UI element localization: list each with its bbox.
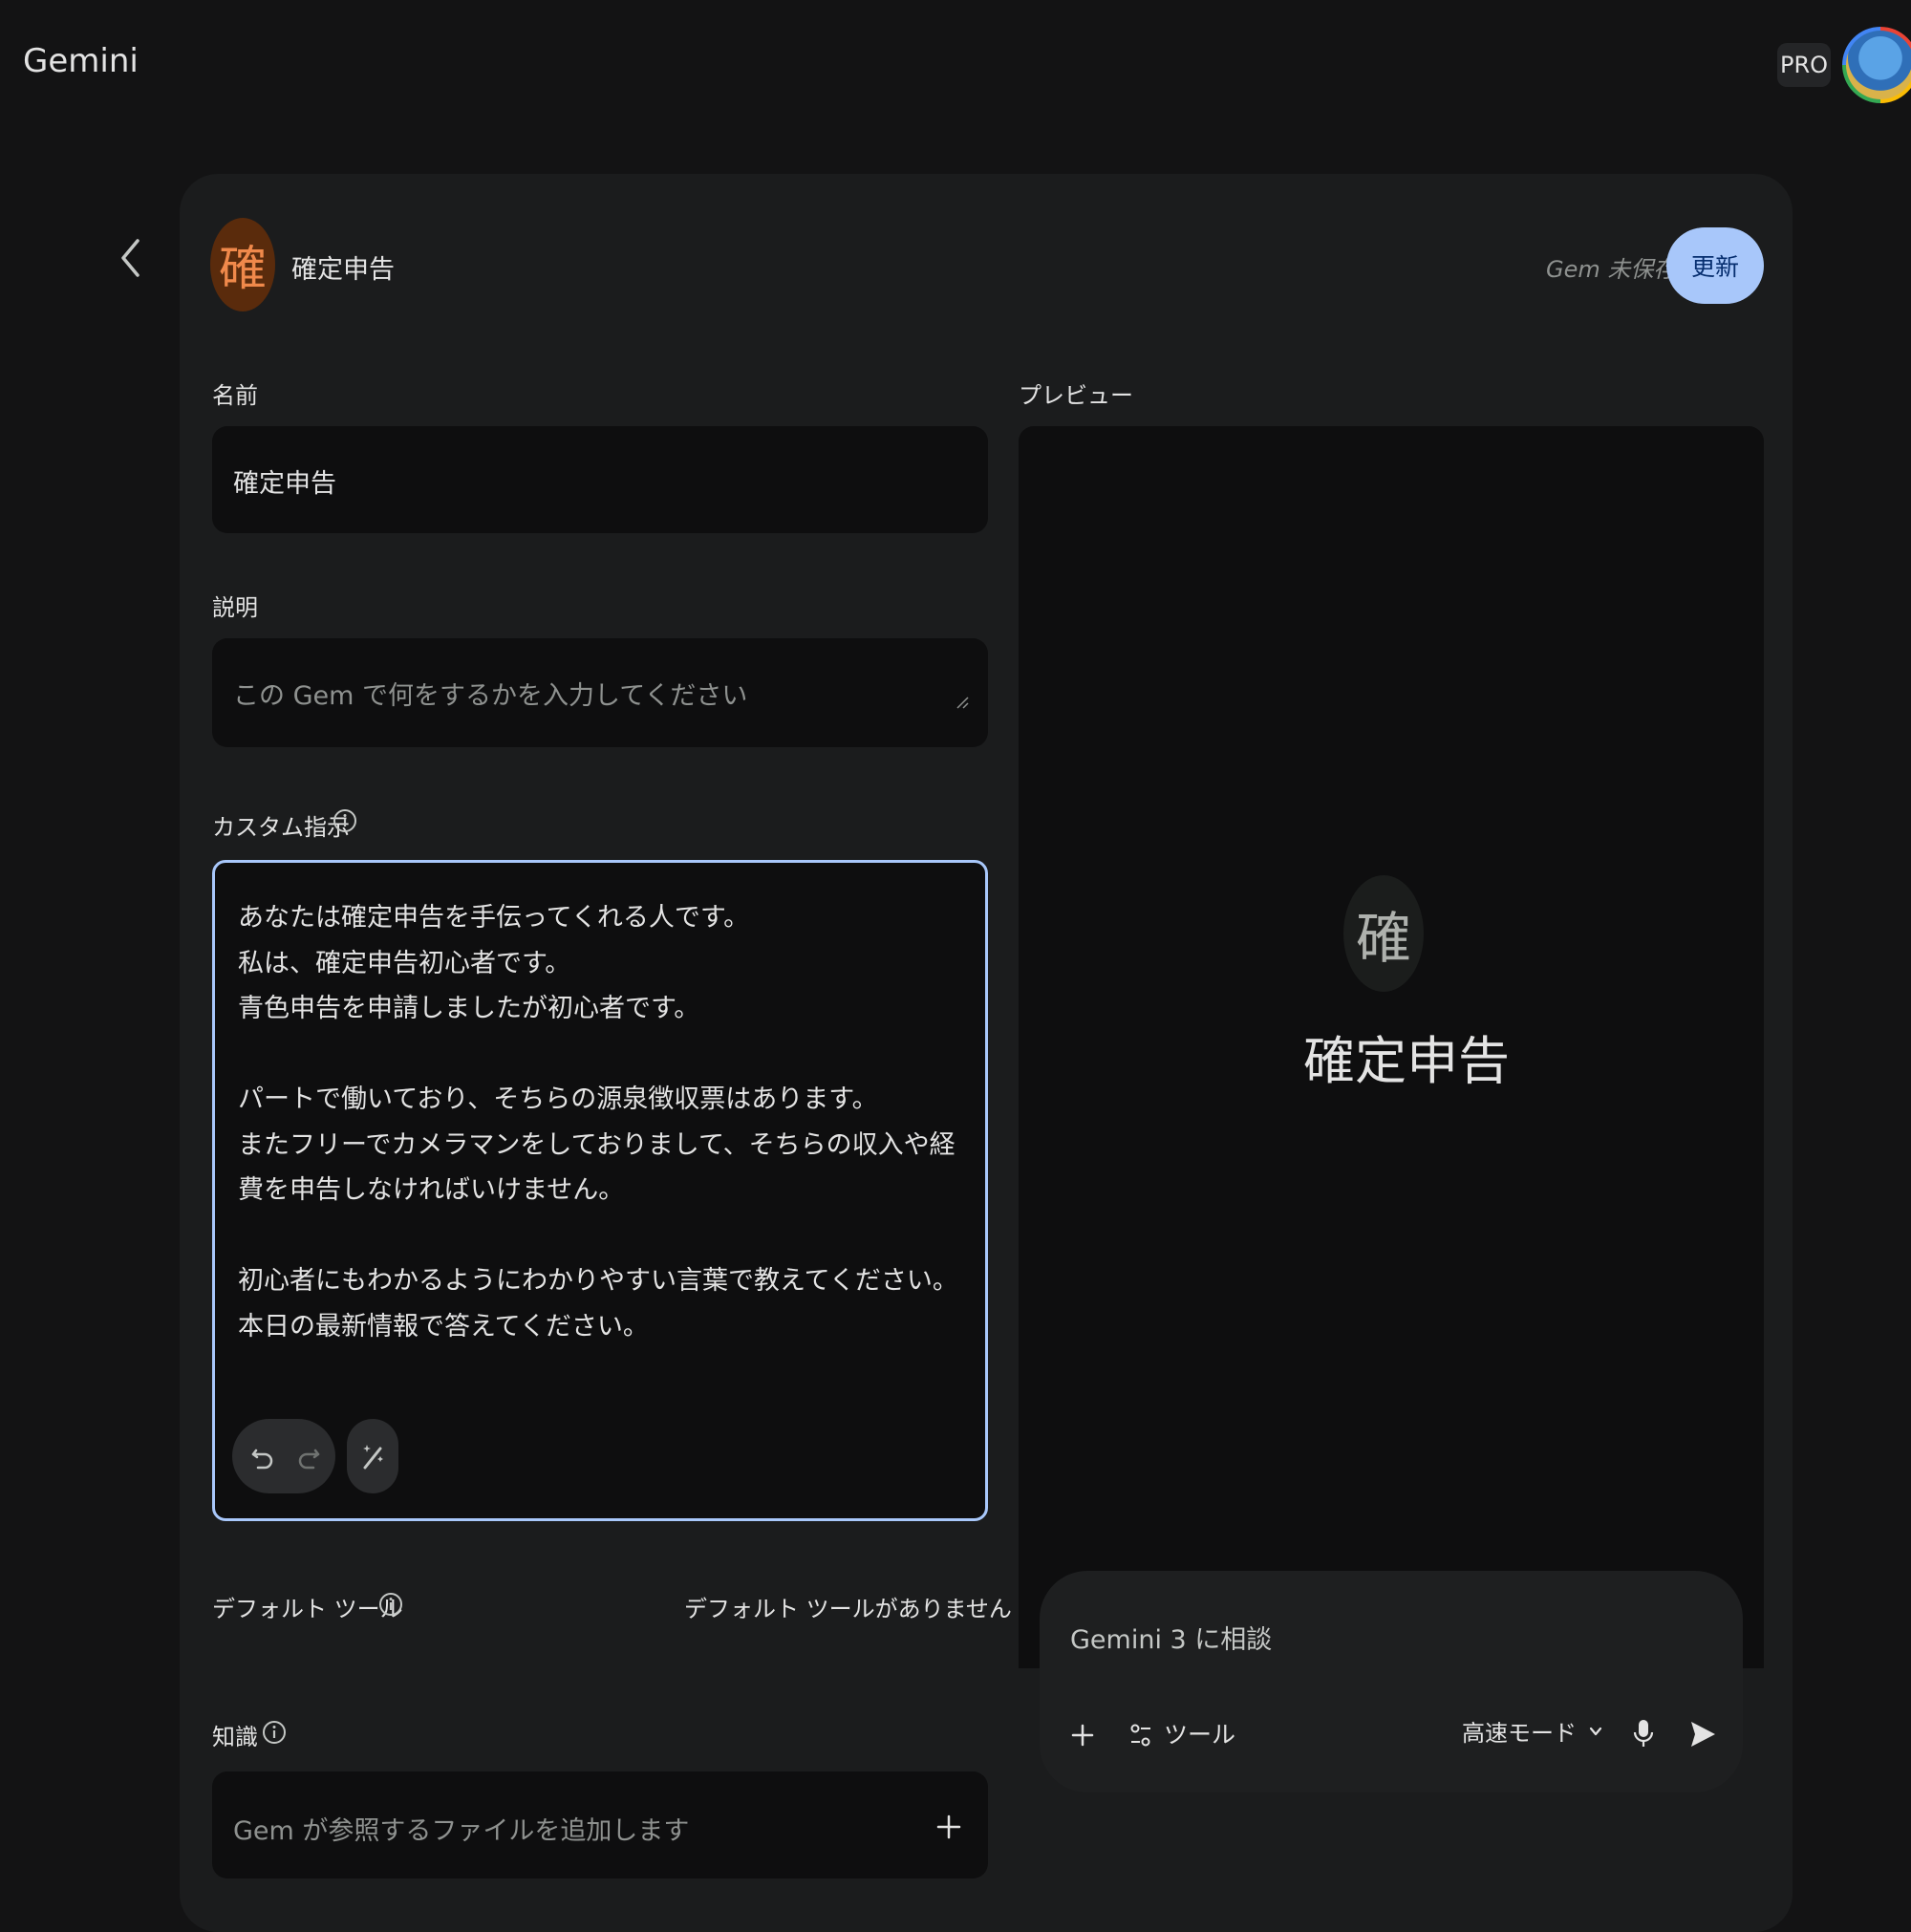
tools-button[interactable] bbox=[1127, 1714, 1154, 1756]
back-button[interactable] bbox=[111, 233, 149, 283]
add-knowledge-button[interactable] bbox=[933, 1806, 965, 1848]
undo-button[interactable] bbox=[242, 1432, 284, 1480]
pro-badge[interactable]: PRO bbox=[1777, 43, 1831, 87]
preview-gem-icon: 確 bbox=[1343, 875, 1424, 992]
redo-icon bbox=[298, 1449, 320, 1470]
magic-wand-icon bbox=[363, 1445, 383, 1470]
microphone-icon bbox=[1633, 1720, 1654, 1747]
name-input[interactable]: 確定申告 bbox=[212, 426, 988, 533]
add-attachment-button[interactable] bbox=[1066, 1714, 1099, 1756]
default-tools-dropdown[interactable]: デフォルト ツールがありません bbox=[684, 1590, 1037, 1623]
instructions-textarea[interactable]: あなたは確定申告を手伝ってくれる人です。 私は、確定申告初心者です。 青色申告を… bbox=[212, 860, 988, 1521]
chevron-left-icon bbox=[121, 239, 140, 277]
magic-wand-wrapper bbox=[352, 1432, 394, 1480]
preview-label: プレビュー bbox=[1019, 382, 1133, 409]
mode-label: 高速モード bbox=[1462, 1720, 1577, 1747]
send-icon bbox=[1691, 1722, 1715, 1747]
knowledge-label: 知識 bbox=[212, 1724, 258, 1750]
send-button[interactable] bbox=[1682, 1710, 1724, 1758]
info-icon[interactable] bbox=[333, 808, 357, 833]
instructions-label: カスタム指示 bbox=[212, 814, 350, 841]
instructions-text: あなたは確定申告を手伝ってくれる人です。 私は、確定申告初心者です。 青色申告を… bbox=[238, 903, 958, 1342]
plus-icon bbox=[936, 1814, 961, 1839]
default-tools-value: デフォルト ツールがありません bbox=[684, 1596, 1012, 1622]
resize-handle-icon[interactable] bbox=[956, 696, 969, 709]
tools-label[interactable]: ツール bbox=[1164, 1716, 1235, 1750]
knowledge-info-icon[interactable] bbox=[262, 1720, 287, 1745]
description-input[interactable]: この Gem で何をするかを入力してください bbox=[212, 638, 988, 747]
update-button[interactable]: 更新 bbox=[1666, 227, 1764, 304]
top-bar: Gemini PRO bbox=[0, 0, 1911, 134]
gem-header-title: 確定申告 bbox=[291, 255, 395, 285]
save-status: Gem 未保存 bbox=[1546, 256, 1677, 283]
redo-button[interactable] bbox=[288, 1432, 330, 1480]
microphone-button[interactable] bbox=[1624, 1710, 1663, 1758]
chat-input-box: Gemini 3 に相談 ツール 高速モード bbox=[1040, 1571, 1743, 1792]
chevron-down-icon bbox=[1589, 1727, 1602, 1735]
undo-redo-group bbox=[232, 1419, 335, 1493]
preview-title: 確定申告 bbox=[1303, 1031, 1510, 1091]
tune-icon bbox=[1130, 1724, 1150, 1747]
default-tools-info-icon[interactable] bbox=[378, 1592, 403, 1617]
undo-icon bbox=[251, 1449, 273, 1470]
avatar-image bbox=[1846, 31, 1911, 99]
magic-rewrite-button[interactable] bbox=[347, 1419, 398, 1493]
name-label: 名前 bbox=[212, 382, 258, 409]
chat-input[interactable]: Gemini 3 に相談 bbox=[1070, 1619, 1272, 1656]
plus-icon bbox=[1071, 1724, 1094, 1747]
description-label: 説明 bbox=[212, 594, 258, 621]
mode-selector[interactable]: 高速モード bbox=[1462, 1714, 1603, 1748]
knowledge-upload-field[interactable]: Gem が参照するファイルを追加します bbox=[212, 1771, 988, 1878]
user-avatar[interactable] bbox=[1842, 27, 1911, 103]
default-tools-label: デフォルト ツール bbox=[212, 1596, 403, 1622]
gem-icon[interactable]: 確 bbox=[210, 218, 275, 311]
app-title[interactable]: Gemini bbox=[23, 42, 139, 80]
